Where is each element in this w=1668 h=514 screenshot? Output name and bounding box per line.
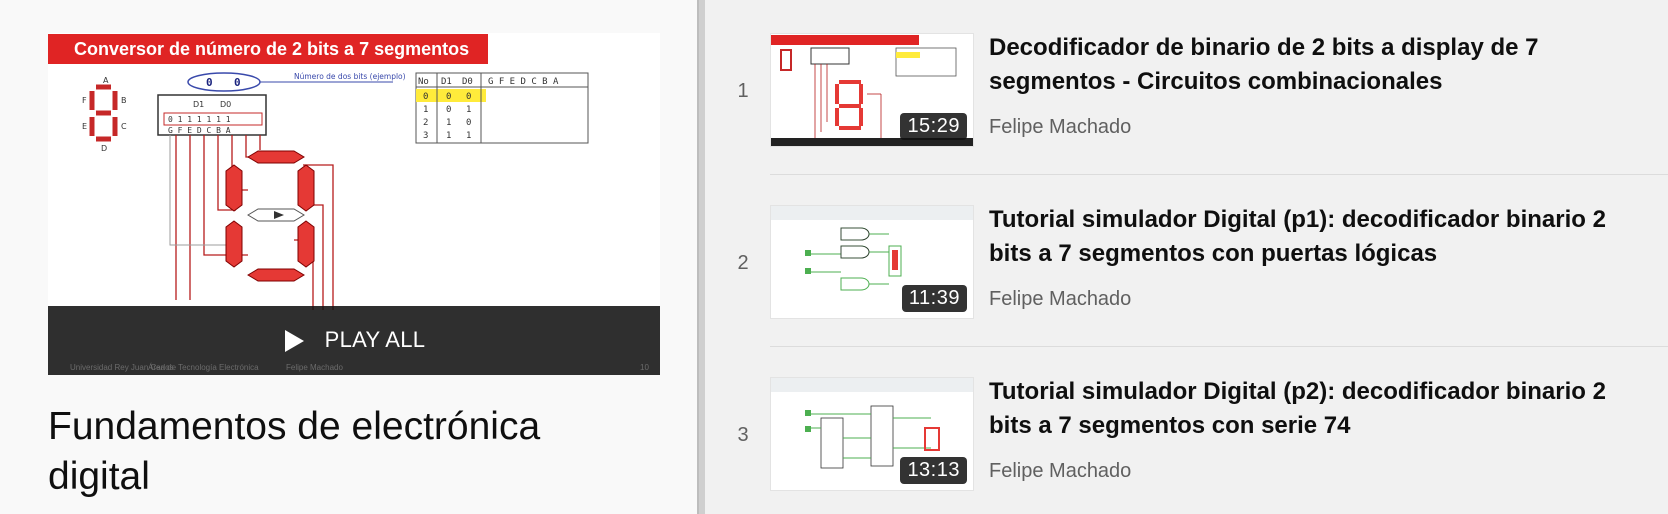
hero-note: Número de dos bits (ejemplo) [294,72,406,81]
svg-text:0: 0 [466,92,471,102]
svg-text:C: C [121,122,127,131]
hero-table-header-d1: D1 [441,77,452,87]
video-title[interactable]: Tutorial simulador Digital (p2): decodif… [989,375,1649,443]
hero-footer: Universidad Rey Juan Carlos Área de Tecn… [70,363,649,372]
list-item[interactable]: 2 11:39 Tutorial simulador Digital (p1):… [705,172,1668,344]
hero-bit-1: 0 [206,76,213,89]
list-item[interactable]: 1 15:29 Decodificador de binario de 2 bi… [705,0,1668,172]
channel-name[interactable]: Felipe Machado [989,460,1131,483]
hero-banner: Conversor de número de 2 bits a 7 segmen… [48,34,488,64]
svg-text:E: E [82,122,87,131]
playlist-video-list: 1 15:29 Decodificador de binario de 2 bi… [705,0,1668,514]
svg-text:1: 1 [446,131,451,141]
video-duration: 15:29 [900,113,967,140]
svg-text:0: 0 [466,118,471,128]
svg-text:0: 0 [423,92,428,102]
play-all-label: PLAY ALL [324,326,426,352]
svg-text:1: 1 [466,105,471,115]
svg-text:1: 1 [446,118,451,128]
video-title[interactable]: Decodificador de binario de 2 bits a dis… [989,31,1649,99]
hero-bit-0: 0 [234,76,241,89]
svg-text:1: 1 [466,131,471,141]
hero-table-header-outputs: G F E D C B A [488,77,559,87]
hero-truth-table: No D1 D0 G F E D C B A 0 0 0 1 0 1 2 1 0 3 1 1 [415,72,589,144]
video-index: 1 [737,80,749,102]
svg-text:A: A [103,76,109,85]
video-duration: 11:39 [901,285,967,312]
channel-name[interactable]: Felipe Machado [989,116,1131,139]
svg-text:2: 2 [423,118,428,128]
playlist-hero-thumbnail[interactable]: Conversor de número de 2 bits a 7 segmen… [48,33,660,375]
svg-text:D: D [101,144,107,153]
hero-seven-segment-icon [89,84,118,142]
svg-text:F: F [82,96,87,105]
video-thumbnail[interactable]: 15:29 [770,33,974,147]
playlist-title: Fundamentos de electrónica digital [48,405,541,498]
video-duration: 13:13 [900,457,967,484]
hero-output-values: 0 1 1 1 1 1 1 [168,115,231,124]
list-item[interactable]: 3 13:13 Tutorial simulador Digital (p2):… [705,344,1668,514]
hero-d0-label: D0 [220,100,231,109]
video-index: 2 [737,252,749,274]
channel-name[interactable]: Felipe Machado [989,288,1131,311]
video-thumbnail[interactable]: 13:13 [770,377,974,491]
play-icon [284,329,304,352]
svg-text:B: B [121,96,127,105]
panel-divider [697,0,705,514]
hero-table-header-d0: D0 [462,77,473,87]
hero-d1-label: D1 [193,100,204,109]
hero-circuit-diagram: A F B E C D 0 0 Número de dos bits (ejem… [82,72,589,310]
video-thumbnail[interactable]: 11:39 [770,205,974,319]
svg-text:3: 3 [423,131,428,141]
svg-text:0: 0 [446,105,451,115]
svg-text:0: 0 [446,92,451,102]
video-title[interactable]: Tutorial simulador Digital (p1): decodif… [989,203,1649,271]
hero-table-header-no: No [418,77,429,87]
svg-text:1: 1 [423,105,428,115]
playlist-header-panel: Conversor de número de 2 bits a 7 segmen… [0,0,697,514]
video-index: 3 [737,424,749,446]
hero-output-labels: G F E D C B A [168,126,231,135]
